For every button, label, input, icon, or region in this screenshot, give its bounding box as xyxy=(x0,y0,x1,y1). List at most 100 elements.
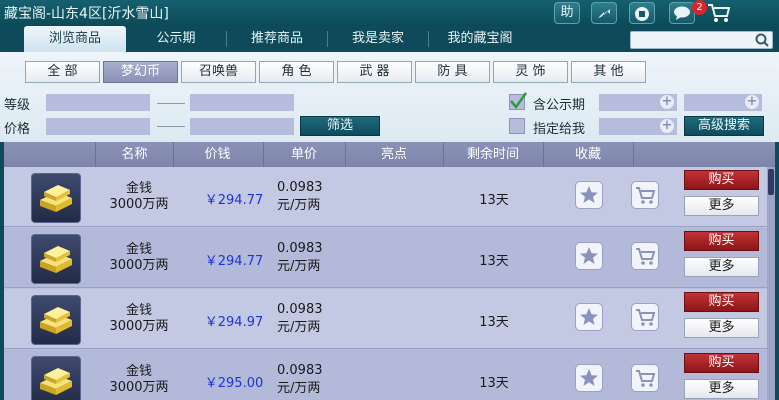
stop-button[interactable] xyxy=(629,2,655,24)
stop-icon xyxy=(635,7,649,21)
search-icon[interactable] xyxy=(755,33,769,47)
item-unit-price: 0.0983 元/万两 xyxy=(277,363,323,396)
item-remaining-time: 13天 xyxy=(479,376,509,391)
buy-button[interactable]: 购买 xyxy=(684,353,759,373)
buy-button[interactable]: 购买 xyxy=(684,231,759,251)
star-icon xyxy=(580,308,598,325)
gold-ingot-icon xyxy=(40,185,72,212)
item-name: 金钱 3000万两 xyxy=(109,242,169,273)
cart-icon xyxy=(636,187,656,204)
category-armor[interactable]: 防 具 xyxy=(415,61,490,83)
add-to-cart-button[interactable] xyxy=(631,242,659,270)
buy-button[interactable]: 购买 xyxy=(684,170,759,190)
public-period-dropdown-2[interactable]: + xyxy=(684,94,762,111)
header-separator xyxy=(345,142,346,167)
more-button[interactable]: 更多 xyxy=(684,379,759,399)
tab-browse[interactable]: 浏览商品 xyxy=(24,26,126,52)
tab-public-period[interactable]: 公示期 xyxy=(126,26,226,52)
star-icon xyxy=(580,186,598,203)
item-thumbnail[interactable] xyxy=(31,295,81,345)
category-currency[interactable]: 梦幻币 xyxy=(103,61,178,83)
add-to-cart-button[interactable] xyxy=(631,181,659,209)
cart-icon xyxy=(636,309,656,326)
header-separator xyxy=(263,142,264,167)
level-min-input[interactable] xyxy=(46,94,150,111)
assign-checkbox[interactable] xyxy=(509,118,525,134)
item-thumbnail[interactable] xyxy=(31,234,81,284)
favorite-button[interactable] xyxy=(575,303,603,331)
header-unit-price: 单价 xyxy=(290,147,317,162)
plus-icon[interactable]: + xyxy=(660,119,674,133)
header-separator xyxy=(173,142,174,167)
advanced-search-button[interactable]: 高级搜索 xyxy=(684,116,764,136)
chat-icon xyxy=(674,6,690,20)
add-to-cart-button[interactable] xyxy=(631,364,659,392)
price-min-input[interactable] xyxy=(46,118,150,135)
scrollbar[interactable] xyxy=(767,167,775,400)
table-row: 金钱 3000万两 ￥294.97 0.0983 元/万两 13天 购买 更多 xyxy=(4,289,767,349)
window-title: 藏宝阁-山东4区[沂水雪山] xyxy=(4,6,169,22)
filter-button[interactable]: 筛选 xyxy=(300,116,380,136)
category-role[interactable]: 角 色 xyxy=(259,61,334,83)
checkmark-icon xyxy=(510,92,527,110)
search-box[interactable] xyxy=(630,31,773,49)
item-remaining-time: 13天 xyxy=(479,254,509,269)
tab-recommended[interactable]: 推荐商品 xyxy=(227,26,327,52)
search-input[interactable] xyxy=(631,32,751,48)
item-price: ￥295.00 xyxy=(204,376,264,391)
level-label: 等级 xyxy=(4,98,31,113)
gold-ingot-icon xyxy=(40,246,72,273)
public-period-dropdown-1[interactable]: + xyxy=(599,94,677,111)
item-thumbnail[interactable] xyxy=(31,173,81,223)
category-accessory[interactable]: 灵 饰 xyxy=(493,61,568,83)
level-max-input[interactable] xyxy=(190,94,294,111)
price-max-input[interactable] xyxy=(190,118,294,135)
message-button[interactable] xyxy=(669,2,695,24)
header-favorite: 收藏 xyxy=(574,147,601,162)
tab-my-treasure[interactable]: 我的藏宝阁 xyxy=(429,26,531,52)
star-icon xyxy=(580,247,598,264)
cart-button[interactable] xyxy=(707,3,733,23)
share-button[interactable] xyxy=(591,2,617,24)
cart-icon xyxy=(708,4,731,22)
header-separator xyxy=(633,142,634,167)
category-summon[interactable]: 召唤兽 xyxy=(181,61,256,83)
buy-button[interactable]: 购买 xyxy=(684,292,759,312)
tab-seller[interactable]: 我是卖家 xyxy=(328,26,428,52)
table-row: 金钱 3000万两 ￥294.77 0.0983 元/万两 13天 购买 更多 xyxy=(4,167,767,227)
item-thumbnail[interactable] xyxy=(31,356,81,400)
item-remaining-time: 13天 xyxy=(479,315,509,330)
item-unit-price: 0.0983 元/万两 xyxy=(277,241,323,274)
share-icon xyxy=(598,9,610,18)
assign-dropdown[interactable]: + xyxy=(599,118,677,135)
item-price: ￥294.77 xyxy=(204,193,264,208)
header-separator xyxy=(95,142,96,167)
item-name: 金钱 3000万两 xyxy=(109,364,169,395)
more-button[interactable]: 更多 xyxy=(684,257,759,277)
category-all[interactable]: 全 部 xyxy=(25,61,100,83)
add-to-cart-button[interactable] xyxy=(631,303,659,331)
assign-label: 指定给我 xyxy=(533,122,586,137)
favorite-button[interactable] xyxy=(575,181,603,209)
range-dash xyxy=(157,103,185,104)
plus-icon[interactable]: + xyxy=(745,95,759,109)
category-other[interactable]: 其 他 xyxy=(571,61,646,83)
header-price: 价钱 xyxy=(204,147,231,162)
scrollbar-thumb[interactable] xyxy=(768,169,774,195)
help-button[interactable]: 助 xyxy=(554,2,580,24)
item-unit-price: 0.0983 元/万两 xyxy=(277,180,323,213)
item-price: ￥294.77 xyxy=(204,254,264,269)
header-name: 名称 xyxy=(121,147,148,162)
cart-icon xyxy=(636,248,656,265)
plus-icon[interactable]: + xyxy=(660,95,674,109)
table-row: 金钱 3000万两 ￥295.00 0.0983 元/万两 13天 购买 更多 xyxy=(4,350,767,400)
category-weapon[interactable]: 武 器 xyxy=(337,61,412,83)
more-button[interactable]: 更多 xyxy=(684,196,759,216)
item-name: 金钱 3000万两 xyxy=(109,181,169,212)
public-period-checkbox[interactable] xyxy=(509,92,527,110)
more-button[interactable]: 更多 xyxy=(684,318,759,338)
favorite-button[interactable] xyxy=(575,364,603,392)
range-dash xyxy=(157,126,185,127)
star-icon xyxy=(580,369,598,386)
favorite-button[interactable] xyxy=(575,242,603,270)
